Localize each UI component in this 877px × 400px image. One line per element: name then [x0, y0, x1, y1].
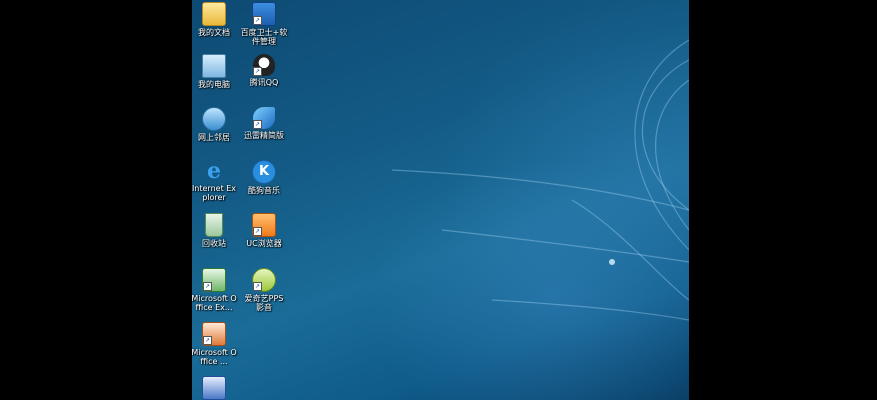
shortcut-arrow-icon: ↗: [253, 16, 262, 25]
shortcut-arrow-icon: ↗: [253, 67, 262, 76]
desktop-icon-label: 酷狗音乐: [248, 186, 280, 195]
iqiyi-pps-icon: ↗: [252, 268, 276, 292]
desktop-icon-microsoft-office[interactable]: ↗ Microsoft Office ...: [192, 322, 238, 366]
computer-icon: [202, 54, 226, 78]
desktop-icon-kugou-music[interactable]: K 酷狗音乐: [240, 160, 288, 195]
shortcut-arrow-icon: ↗: [253, 282, 262, 291]
baidu-guard-icon: ↗: [252, 2, 276, 26]
network-icon: [202, 107, 226, 131]
desktop-icon-network-places[interactable]: 网上邻居: [192, 107, 238, 142]
shortcut-arrow-icon: ↗: [253, 120, 262, 129]
desktop-icon-thunder-lite[interactable]: ↗ 迅雷精简版: [240, 107, 288, 140]
desktop-icon-label: UC浏览器: [246, 239, 282, 248]
desktop-icon-label: 回收站: [202, 239, 226, 248]
desktop-icon-label: 爱奇艺PPS 影音: [244, 294, 284, 312]
desktop-icon-baidu-guard[interactable]: ↗ 百度卫士+软件管理: [240, 2, 288, 46]
desktop-icon-label: Microsoft Office Ex...: [192, 294, 237, 312]
shortcut-arrow-icon: ↗: [203, 336, 212, 345]
desktop-icon-label: Microsoft Office ...: [192, 348, 237, 366]
desktop-icon-label: 网上邻居: [198, 133, 230, 142]
desktop-icon-label: 腾讯QQ: [249, 78, 279, 87]
desktop-icon-microsoft-word[interactable]: [192, 376, 238, 400]
desktop-icon-internet-explorer[interactable]: e Internet Explorer: [192, 160, 238, 202]
desktop-icon-label: 迅雷精简版: [244, 131, 284, 140]
recycle-bin-icon: [205, 213, 223, 237]
thunder-bird-icon: ↗: [253, 107, 275, 129]
desktop-icon-tencent-qq[interactable]: ↗ 腾讯QQ: [240, 54, 288, 87]
uc-browser-icon: ↗: [252, 213, 276, 237]
folder-icon: [202, 2, 226, 26]
desktop-icon-iqiyi-pps[interactable]: ↗ 爱奇艺PPS 影音: [240, 268, 288, 312]
desktop-icon-label: 百度卫士+软件管理: [240, 28, 288, 46]
desktop-icon-my-computer[interactable]: 我的电脑: [192, 54, 238, 89]
word-icon: [202, 376, 226, 400]
desktop-icon-microsoft-excel[interactable]: ↗ Microsoft Office Ex...: [192, 268, 238, 312]
desktop-area[interactable]: 我的文档 我的电脑 网上邻居 e Internet Explorer 回收站 ↗…: [192, 0, 689, 400]
desktop-icon-label: Internet Explorer: [192, 184, 237, 202]
internet-explorer-icon: e: [207, 158, 221, 184]
desktop-icon-my-documents[interactable]: 我的文档: [192, 2, 238, 37]
shortcut-arrow-icon: ↗: [203, 282, 212, 291]
powerpoint-icon: ↗: [202, 322, 226, 346]
excel-icon: ↗: [202, 268, 226, 292]
desktop-icon-label: 我的文档: [198, 28, 230, 37]
qq-penguin-icon: ↗: [253, 54, 275, 76]
desktop-icon-uc-browser[interactable]: ↗ UC浏览器: [240, 213, 288, 248]
kugou-music-icon: K: [252, 160, 276, 184]
desktop-icon-recycle-bin[interactable]: 回收站: [192, 213, 238, 248]
shortcut-arrow-icon: ↗: [253, 227, 262, 236]
desktop-icon-label: 我的电脑: [198, 80, 230, 89]
